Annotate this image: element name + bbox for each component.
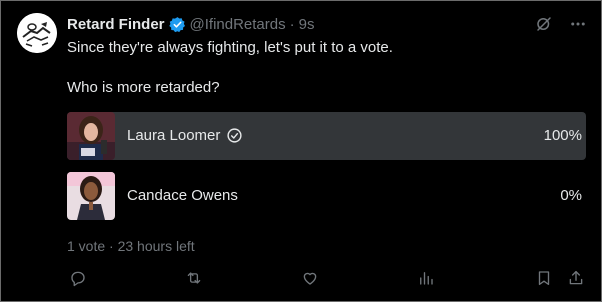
tweet-top-actions (535, 15, 587, 33)
poll-vote-count: 1 vote (67, 238, 106, 254)
cartoon-avatar-icon (17, 13, 57, 53)
poll-option-laura-loomer[interactable]: Laura Loomer 100% (67, 112, 586, 160)
bookmark-icon[interactable] (535, 269, 555, 289)
tweet-time[interactable]: 9s (299, 16, 315, 33)
poll-option-label: Laura Loomer (127, 127, 243, 144)
grok-icon[interactable] (535, 15, 553, 33)
tweet-text-line-2: Who is more retarded? (67, 79, 220, 96)
separator-dot: · (289, 15, 295, 33)
poll-meta: 1 vote · 23 hours left (67, 238, 195, 254)
poll-time-left: 23 hours left (117, 238, 195, 254)
more-options-icon[interactable] (569, 15, 587, 33)
poll-option-image (67, 172, 115, 220)
poll-option-text: Laura Loomer (127, 127, 221, 144)
tweet-header: Retard Finder @IfindRetards · 9s (67, 15, 314, 33)
repost-icon[interactable] (185, 269, 205, 289)
share-icon[interactable] (567, 269, 587, 289)
poll-option-percent: 0% (560, 187, 582, 204)
poll-option-candace-owens[interactable]: Candace Owens 0% (67, 172, 586, 220)
author-name[interactable]: Retard Finder (67, 16, 165, 33)
views-icon[interactable] (417, 269, 437, 289)
like-icon[interactable] (301, 269, 321, 289)
reply-icon[interactable] (69, 269, 89, 289)
author-avatar[interactable] (17, 13, 57, 53)
poll-option-percent: 100% (543, 127, 582, 144)
separator-dot: · (109, 238, 114, 254)
tweet-actions (67, 269, 588, 289)
poll-option-text: Candace Owens (127, 187, 238, 204)
tweet-text-line-1: Since they're always fighting, let's put… (67, 39, 393, 56)
check-circle-icon (226, 127, 243, 144)
verified-badge-icon (168, 16, 186, 33)
poll-option-label: Candace Owens (127, 187, 238, 204)
poll-option-image (67, 112, 115, 160)
tweet-card: Retard Finder @IfindRetards · 9s Since t… (0, 0, 602, 302)
author-handle[interactable]: @IfindRetards (190, 16, 286, 33)
